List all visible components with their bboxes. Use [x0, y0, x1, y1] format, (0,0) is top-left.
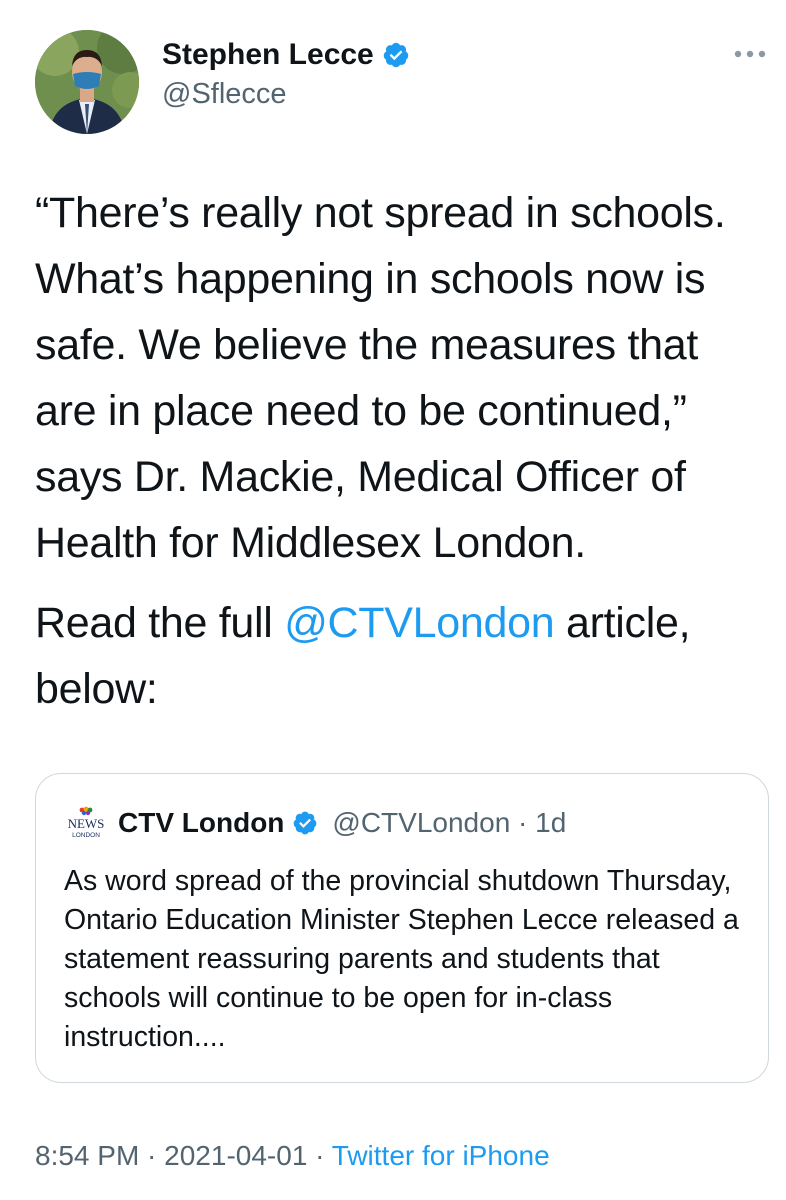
verified-badge-icon [383, 42, 408, 68]
logo-subtext: LONDON [72, 832, 100, 839]
author-avatar[interactable] [35, 30, 139, 134]
mention-link[interactable]: @CTVLondon [284, 599, 554, 647]
quoted-author-name: CTV London [118, 807, 285, 838]
tweet-card: Stephen Lecce @Sflecce “There’s really n… [0, 0, 786, 1200]
quoted-author: CTV London @CTVLondon · 1d [118, 806, 566, 840]
avatar-image [35, 30, 139, 134]
logo-text: NEWS [68, 816, 105, 831]
author-handle[interactable]: @Sflecce [162, 76, 287, 112]
author-name[interactable]: Stephen Lecce [162, 36, 410, 74]
quoted-handle-time: @CTVLondon · 1d [332, 807, 567, 838]
quoted-tweet-text: As word spread of the provincial shutdow… [64, 865, 739, 1053]
tweet-timestamp[interactable]: 8:54 PM · 2021-04-01 · [35, 1140, 332, 1171]
ctv-news-logo-icon: NEWS LONDON [68, 806, 105, 839]
tweet-cta-before: Read the full [35, 599, 285, 647]
tweet-footer: 8:54 PM · 2021-04-01 · Twitter for iPhon… [35, 1138, 550, 1174]
tweet-quote-paragraph: “There’s really not spread in schools. W… [35, 189, 726, 567]
tweet-cta-paragraph: Read the full @CTVLondon article, below: [35, 590, 765, 722]
tweet-source-link[interactable]: Twitter for iPhone [332, 1140, 550, 1171]
quoted-tweet-card[interactable]: NEWS LONDON CTV London @CTVLondon · 1d A… [35, 773, 769, 1083]
ellipsis-icon[interactable] [732, 46, 768, 62]
tweet-text: “There’s really not spread in schools. W… [35, 180, 765, 722]
verified-badge-icon [294, 811, 317, 835]
author-name-label: Stephen Lecce [162, 38, 374, 71]
